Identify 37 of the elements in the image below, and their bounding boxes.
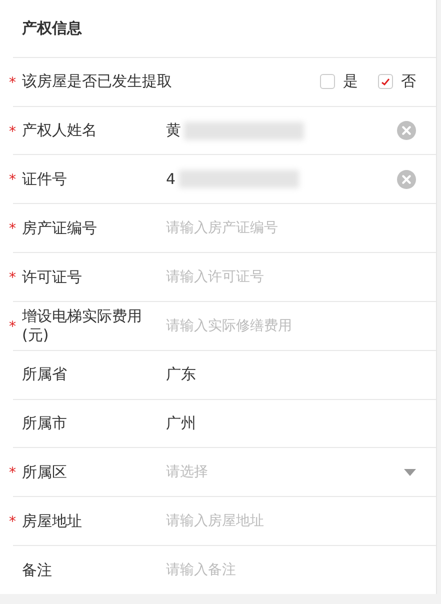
dropdown-caret-icon[interactable] xyxy=(404,468,416,476)
input-field[interactable]: 请输入房屋地址 xyxy=(166,513,416,530)
required-asterisk: * xyxy=(9,514,16,530)
input-field[interactable]: 请输入许可证号 xyxy=(166,269,416,286)
field-label: 许可证号 xyxy=(21,268,83,287)
field-label: 所属区 xyxy=(21,462,68,482)
field-label: 房屋地址 xyxy=(21,512,83,531)
option-label: 是 xyxy=(343,72,358,92)
checkbox[interactable] xyxy=(320,74,335,90)
required-asterisk: * xyxy=(9,221,16,237)
required-asterisk: * xyxy=(9,123,16,140)
field-value[interactable]: 4 xyxy=(166,170,176,188)
input-field[interactable]: 请输入房产证编号 xyxy=(166,220,416,236)
field-value: 广州 xyxy=(166,414,196,434)
field-label: 所属省 xyxy=(21,365,68,384)
required-asterisk: * xyxy=(9,172,16,188)
required-asterisk: * xyxy=(9,74,16,91)
input-field[interactable]: 请输入备注 xyxy=(166,562,416,578)
clear-icon[interactable] xyxy=(397,121,416,140)
option-label: 否 xyxy=(401,72,416,92)
checkbox[interactable] xyxy=(378,74,393,90)
required-asterisk: * xyxy=(9,270,16,286)
check-icon xyxy=(381,78,390,86)
section-title: 产权信息 xyxy=(22,18,82,38)
field-label: 该房屋是否已发生提取 xyxy=(21,72,172,92)
field-label: 增设电梯实际费用(元) xyxy=(21,306,143,345)
field-label: 房产证编号 xyxy=(21,218,98,238)
required-asterisk: * xyxy=(9,318,16,335)
field-value[interactable]: 黄 xyxy=(166,121,181,140)
field-label: 证件号 xyxy=(21,170,68,189)
required-asterisk: * xyxy=(9,465,16,482)
field-value: 广东 xyxy=(166,365,196,384)
field-label: 产权人姓名 xyxy=(21,121,98,140)
clear-icon[interactable] xyxy=(397,170,416,189)
field-label: 备注 xyxy=(21,560,53,580)
input-field[interactable]: 请输入实际修缮费用 xyxy=(166,318,416,334)
field-label: 所属市 xyxy=(21,414,68,434)
